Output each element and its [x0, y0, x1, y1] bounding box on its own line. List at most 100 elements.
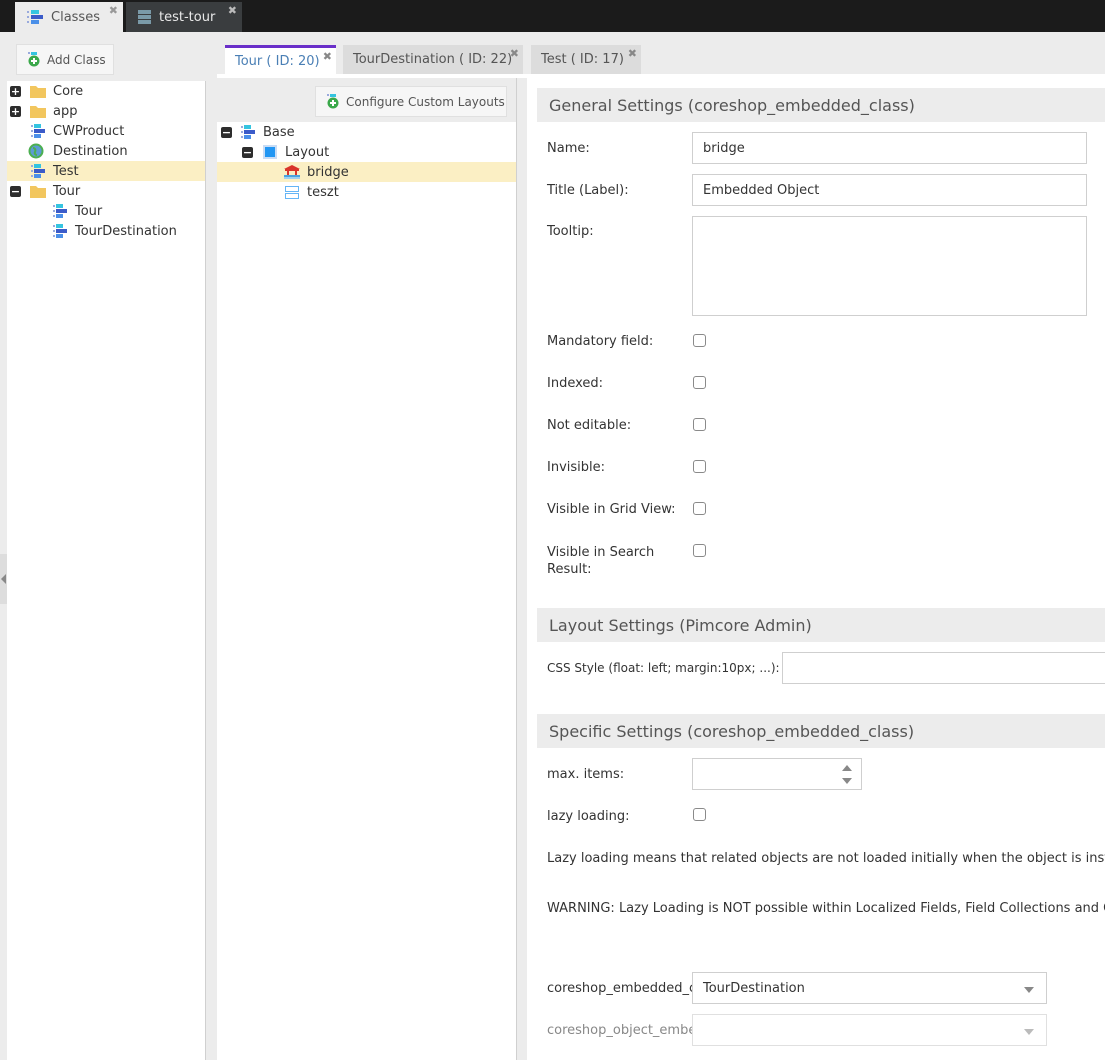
tab-label: TourDestination ( ID: 22)	[353, 52, 512, 67]
max-items-input[interactable]	[692, 758, 862, 790]
tree-item-tourdestination[interactable]: TourDestination	[7, 221, 205, 241]
expand-icon[interactable]: +	[10, 106, 21, 117]
layout-tree-panel: Configure Custom Layouts − Base − Layout…	[217, 78, 517, 1060]
embedded-class-value: TourDestination	[703, 981, 805, 996]
max-items-label: max. items:	[547, 767, 624, 782]
object-embed-label: coreshop_object_embec	[547, 1023, 692, 1038]
close-icon[interactable]: ✖	[323, 50, 332, 63]
class-icon	[31, 164, 45, 178]
css-style-input[interactable]	[782, 652, 1105, 684]
top-bar: Classes ✖ test-tour ✖	[0, 0, 1105, 32]
tree-item-cwproduct[interactable]: CWProduct	[7, 121, 205, 141]
top-tab-classes[interactable]: Classes ✖	[15, 2, 123, 32]
tree-item-label: app	[53, 104, 77, 119]
lazy-loading-checkbox[interactable]	[693, 808, 706, 821]
indexed-label: Indexed:	[547, 376, 603, 391]
chevron-down-icon[interactable]	[1024, 987, 1034, 993]
mandatory-label: Mandatory field:	[547, 334, 653, 349]
folder-icon	[30, 185, 46, 198]
panel-splitter[interactable]	[518, 78, 527, 1060]
add-class-button[interactable]: Add Class	[16, 44, 114, 75]
visible-grid-label: Visible in Grid View:	[547, 502, 676, 517]
not-editable-label: Not editable:	[547, 418, 631, 433]
tree-item-label: Tour	[53, 184, 80, 199]
tooltip-textarea[interactable]	[692, 216, 1087, 316]
top-tab-label: Classes	[51, 10, 100, 25]
bridge-icon	[284, 165, 300, 179]
chevron-down-icon[interactable]	[1024, 1029, 1034, 1035]
folder-icon	[30, 85, 46, 98]
tree-item-core[interactable]: + Core	[7, 81, 205, 101]
configure-custom-layouts-label: Configure Custom Layouts	[346, 95, 505, 109]
tree-item-tour[interactable]: Tour	[7, 201, 205, 221]
general-settings-header: General Settings (coreshop_embedded_clas…	[537, 88, 1105, 122]
class-icon	[53, 204, 67, 218]
layout-node-base[interactable]: − Base	[217, 122, 516, 142]
name-input[interactable]: bridge	[692, 132, 1087, 164]
editor-tab-strip: Tour ( ID: 20) ✖ TourDestination ( ID: 2…	[215, 40, 1105, 74]
rows-icon	[285, 185, 299, 199]
class-list-icon	[27, 10, 43, 24]
collapse-icon[interactable]: −	[10, 186, 21, 197]
spin-up-icon[interactable]	[842, 765, 852, 771]
tree-item-label: TourDestination	[75, 224, 177, 239]
panel-icon	[263, 145, 277, 159]
tab-label: Tour ( ID: 20)	[235, 54, 320, 69]
close-icon[interactable]: ✖	[228, 4, 237, 17]
spin-down-icon[interactable]	[842, 778, 852, 784]
chevron-left-icon	[1, 574, 6, 584]
invisible-checkbox[interactable]	[693, 460, 706, 473]
name-label: Name:	[547, 141, 590, 156]
tab-label: Test ( ID: 17)	[541, 52, 624, 67]
class-icon	[53, 224, 67, 238]
collapse-icon[interactable]: −	[221, 127, 232, 138]
layout-node-bridge[interactable]: bridge	[217, 162, 516, 182]
close-icon[interactable]: ✖	[628, 47, 637, 60]
layout-node-label: teszt	[307, 185, 339, 200]
visible-grid-checkbox[interactable]	[693, 502, 706, 515]
expand-icon[interactable]: +	[10, 86, 21, 97]
close-icon[interactable]: ✖	[109, 4, 118, 17]
tab-tourdestination[interactable]: TourDestination ( ID: 22) ✖	[343, 45, 523, 74]
top-tab-label: test-tour	[159, 10, 215, 25]
visible-search-checkbox[interactable]	[693, 544, 706, 557]
embedded-class-select[interactable]: TourDestination	[692, 972, 1047, 1004]
layout-node-layout[interactable]: − Layout	[217, 142, 516, 162]
tree-item-label: CWProduct	[53, 124, 124, 139]
class-icon	[241, 125, 255, 139]
tree-item-label: Test	[53, 164, 79, 179]
tree-item-label: Tour	[75, 204, 102, 219]
tree-item-destination[interactable]: Destination	[7, 141, 205, 161]
css-style-label: CSS Style (float: left; margin:10px; ...…	[547, 661, 780, 675]
sidebar-collapse-handle[interactable]	[0, 554, 7, 604]
add-class-icon	[26, 52, 40, 67]
indexed-checkbox[interactable]	[693, 376, 706, 389]
configure-custom-layouts-button[interactable]: Configure Custom Layouts	[315, 86, 507, 117]
layout-node-teszt[interactable]: teszt	[217, 182, 516, 202]
top-tab-test-tour[interactable]: test-tour ✖	[126, 2, 242, 32]
add-class-label: Add Class	[47, 53, 106, 67]
folder-icon	[30, 105, 46, 118]
database-icon	[138, 10, 151, 24]
collapse-icon[interactable]: −	[242, 147, 253, 158]
tree-item-test[interactable]: Test	[7, 161, 205, 181]
object-embed-select[interactable]	[692, 1014, 1047, 1046]
class-tree: + Core + app CWProduct Destination Test …	[7, 81, 206, 1060]
close-icon[interactable]: ✖	[510, 47, 519, 60]
number-spinner[interactable]	[842, 763, 852, 787]
mandatory-checkbox[interactable]	[693, 334, 706, 347]
embedded-class-label: coreshop_embedded_cl	[547, 981, 692, 996]
classes-panel: Add Class + Core + app CWProduct Destina…	[0, 32, 207, 1060]
tree-item-label: Destination	[53, 144, 128, 159]
specific-settings-header: Specific Settings (coreshop_embedded_cla…	[537, 714, 1105, 748]
not-editable-checkbox[interactable]	[693, 418, 706, 431]
layout-settings-header: Layout Settings (Pimcore Admin)	[537, 608, 1105, 642]
tree-item-app[interactable]: + app	[7, 101, 205, 121]
globe-icon	[28, 143, 44, 159]
layout-node-label: Layout	[285, 145, 329, 160]
tab-tour[interactable]: Tour ( ID: 20) ✖	[225, 45, 336, 74]
title-input[interactable]: Embedded Object	[692, 174, 1087, 206]
field-settings-form: General Settings (coreshop_embedded_clas…	[527, 78, 1105, 1060]
tab-test[interactable]: Test ( ID: 17) ✖	[531, 45, 641, 74]
tree-item-tour-folder[interactable]: − Tour	[7, 181, 205, 201]
